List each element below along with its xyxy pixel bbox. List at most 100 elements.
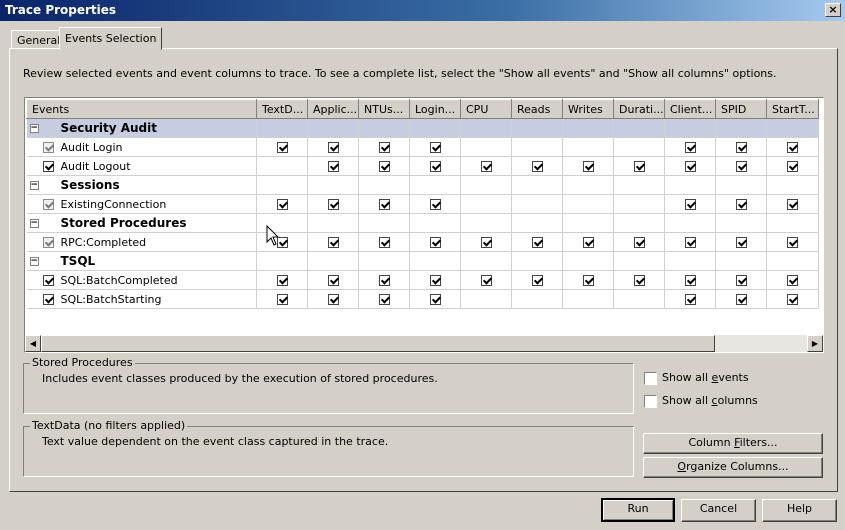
column-header[interactable]: Login... (409, 99, 461, 119)
event-checkbox[interactable] (42, 142, 54, 153)
column-cell[interactable] (511, 289, 563, 309)
column-cell[interactable] (460, 137, 512, 157)
column-checkbox[interactable] (480, 161, 492, 172)
column-cell[interactable] (358, 270, 410, 290)
column-cell[interactable] (307, 289, 359, 309)
column-header[interactable]: Durati... (613, 99, 665, 119)
column-header[interactable]: Applic... (307, 99, 359, 119)
close-button[interactable]: × (825, 3, 841, 17)
column-cell[interactable] (664, 289, 716, 309)
column-checkbox[interactable] (480, 237, 492, 248)
column-cell[interactable] (613, 137, 665, 157)
event-checkbox[interactable] (42, 161, 54, 172)
column-cell[interactable] (511, 232, 563, 252)
column-checkbox[interactable] (327, 237, 339, 248)
column-checkbox[interactable] (787, 199, 798, 210)
column-checkbox[interactable] (429, 199, 441, 210)
column-header[interactable]: Reads (511, 99, 563, 119)
column-header[interactable]: Client... (664, 99, 716, 119)
column-checkbox[interactable] (684, 161, 696, 172)
show-all-columns-checkbox[interactable]: Show all columns (644, 394, 758, 408)
category-cell[interactable]: − Sessions (26, 175, 257, 195)
event-cell[interactable]: RPC:Completed (26, 232, 257, 252)
column-header-events[interactable]: Events (26, 99, 257, 119)
column-checkbox[interactable] (378, 142, 390, 153)
column-checkbox[interactable] (378, 161, 390, 172)
column-cell[interactable] (664, 270, 716, 290)
column-cell[interactable] (613, 289, 665, 309)
column-checkbox[interactable] (787, 237, 798, 248)
category-cell[interactable]: − TSQL (26, 251, 257, 271)
column-cell[interactable] (409, 232, 461, 252)
column-cell[interactable] (409, 194, 461, 214)
category-row[interactable]: − Security Audit (26, 118, 819, 138)
column-header[interactable]: TextD... (256, 99, 308, 119)
column-checkbox[interactable] (327, 199, 339, 210)
column-checkbox[interactable] (684, 142, 696, 153)
event-checkbox[interactable] (42, 237, 54, 248)
column-cell[interactable] (460, 194, 512, 214)
column-checkbox[interactable] (633, 161, 645, 172)
column-cell[interactable] (256, 289, 308, 309)
column-checkbox[interactable] (735, 275, 747, 286)
column-cell[interactable] (511, 137, 563, 157)
event-row[interactable]: SQL:BatchCompleted (26, 270, 819, 290)
event-row[interactable]: ExistingConnection (26, 194, 819, 214)
event-checkbox[interactable] (42, 294, 54, 305)
column-checkbox[interactable] (735, 199, 747, 210)
column-checkbox[interactable] (480, 275, 492, 286)
column-cell[interactable] (715, 137, 767, 157)
collapse-icon[interactable]: − (29, 181, 39, 190)
organize-columns-button[interactable]: Organize Columns... (643, 457, 823, 478)
column-checkbox[interactable] (531, 237, 543, 248)
column-cell[interactable] (664, 156, 716, 176)
column-checkbox[interactable] (684, 237, 696, 248)
column-cell[interactable] (460, 232, 512, 252)
column-cell[interactable] (256, 270, 308, 290)
column-cell[interactable] (256, 156, 308, 176)
column-cell[interactable] (562, 232, 614, 252)
column-checkbox[interactable] (327, 275, 339, 286)
scroll-thumb[interactable] (41, 335, 715, 352)
column-cell[interactable] (256, 232, 308, 252)
column-checkbox[interactable] (429, 161, 441, 172)
column-checkbox[interactable] (378, 294, 390, 305)
column-cell[interactable] (562, 289, 614, 309)
column-cell[interactable] (766, 232, 819, 252)
column-checkbox[interactable] (684, 199, 696, 210)
category-row[interactable]: − Stored Procedures (26, 213, 819, 233)
column-cell[interactable] (409, 289, 461, 309)
category-row[interactable]: − TSQL (26, 251, 819, 271)
column-checkbox[interactable] (735, 161, 747, 172)
column-checkbox[interactable] (633, 275, 645, 286)
column-checkbox[interactable] (327, 294, 339, 305)
category-cell[interactable]: − Security Audit (26, 118, 257, 138)
column-checkbox[interactable] (429, 294, 441, 305)
column-checkbox[interactable] (429, 142, 441, 153)
column-checkbox[interactable] (378, 275, 390, 286)
column-cell[interactable] (664, 194, 716, 214)
column-checkbox[interactable] (429, 275, 441, 286)
column-cell[interactable] (715, 194, 767, 214)
show-all-columns-box[interactable] (644, 394, 657, 408)
event-checkbox[interactable] (42, 275, 54, 286)
column-checkbox[interactable] (276, 275, 288, 286)
column-cell[interactable] (358, 137, 410, 157)
column-cell[interactable] (562, 270, 614, 290)
scroll-left-icon[interactable]: ◀ (25, 335, 41, 352)
event-row[interactable]: Audit Logout (26, 156, 819, 176)
column-cell[interactable] (460, 156, 512, 176)
column-cell[interactable] (511, 270, 563, 290)
column-cell[interactable] (358, 194, 410, 214)
column-cell[interactable] (358, 232, 410, 252)
event-cell[interactable]: Audit Logout (26, 156, 257, 176)
column-cell[interactable] (562, 194, 614, 214)
column-cell[interactable] (766, 137, 819, 157)
column-checkbox[interactable] (582, 275, 594, 286)
column-cell[interactable] (307, 137, 359, 157)
collapse-icon[interactable]: − (29, 219, 39, 228)
show-all-events-checkbox[interactable]: Show all events (644, 371, 749, 385)
column-checkbox[interactable] (735, 142, 747, 153)
column-header[interactable]: StartT... (766, 99, 819, 119)
column-cell[interactable] (715, 156, 767, 176)
